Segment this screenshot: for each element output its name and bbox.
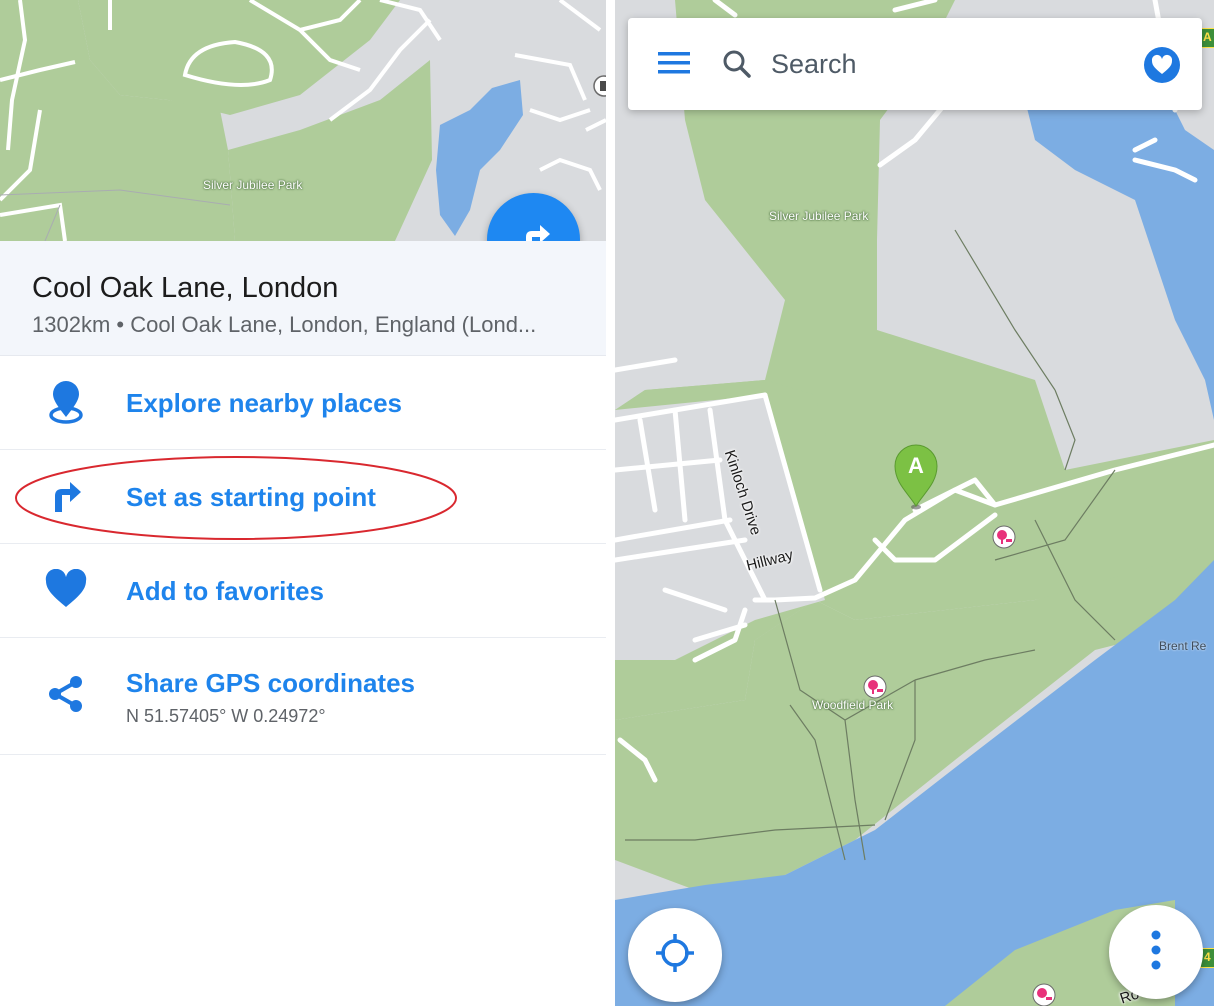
search-input[interactable]: Search bbox=[771, 49, 857, 80]
marker-label: A bbox=[908, 453, 924, 478]
location-marker[interactable]: A bbox=[891, 443, 941, 511]
explore-nearby-label: Explore nearby places bbox=[126, 388, 403, 418]
share-gps-label: Share GPS coordinates bbox=[126, 668, 415, 698]
place-title: Cool Oak Lane, London bbox=[32, 272, 339, 304]
more-vertical-icon bbox=[1151, 930, 1161, 975]
add-to-favorites-item[interactable]: Add to favorites bbox=[0, 544, 606, 638]
my-location-button[interactable] bbox=[628, 908, 722, 1002]
share-icon bbox=[38, 666, 94, 722]
turn-right-arrow-icon bbox=[38, 468, 94, 524]
set-starting-point-label: Set as starting point bbox=[126, 482, 376, 512]
road-number-badge: A bbox=[1200, 28, 1214, 48]
search-icon bbox=[722, 49, 752, 79]
poi-icon[interactable] bbox=[991, 524, 1017, 555]
map-view[interactable]: Silver Jubilee Park Woodfield Park Kinlo… bbox=[615, 0, 1214, 1006]
place-details-panel: Silver Jubilee Park Cool Oak Lane, Londo… bbox=[0, 0, 606, 1006]
place-subtitle: 1302km • Cool Oak Lane, London, England … bbox=[32, 312, 537, 337]
explore-nearby-item[interactable]: Explore nearby places bbox=[0, 356, 606, 450]
share-gps-item[interactable]: Share GPS coordinates N 51.57405° W 0.24… bbox=[0, 638, 606, 755]
crosshair-icon bbox=[653, 931, 697, 980]
park-label: Silver Jubilee Park bbox=[203, 178, 303, 192]
favorites-heart-icon[interactable] bbox=[1143, 46, 1181, 84]
heart-icon bbox=[38, 561, 94, 617]
set-starting-point-item[interactable]: Set as starting point bbox=[0, 450, 606, 544]
more-options-button[interactable] bbox=[1109, 905, 1203, 999]
poi-icon[interactable] bbox=[862, 674, 888, 705]
hamburger-menu-icon[interactable] bbox=[658, 48, 690, 78]
park-label: Silver Jubilee Park bbox=[769, 209, 869, 223]
location-pin-icon bbox=[38, 375, 94, 431]
reservoir-label: Brent Re bbox=[1159, 639, 1207, 653]
add-to-favorites-label: Add to favorites bbox=[126, 576, 324, 606]
search-bar[interactable]: Search bbox=[628, 18, 1202, 110]
poi-icon[interactable] bbox=[1031, 982, 1057, 1006]
gps-coordinates: N 51.57405° W 0.24972° bbox=[126, 706, 326, 726]
